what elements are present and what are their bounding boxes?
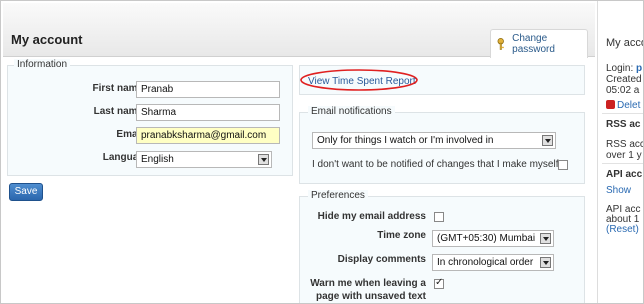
window: My account Change password Information F…: [0, 0, 644, 304]
key-icon: [497, 38, 504, 50]
sidebar-divider: [602, 113, 643, 114]
chevron-down-icon: [542, 135, 553, 146]
email-notification-select[interactable]: Only for things I watch or I'm involved …: [312, 132, 556, 149]
hide-email-checkbox[interactable]: [434, 212, 444, 222]
time-zone-label: Time zone: [377, 230, 426, 241]
page-header: My account Change password: [3, 3, 595, 58]
display-comments-label: Display comments: [337, 254, 426, 265]
language-select[interactable]: English: [136, 151, 272, 168]
display-comments-select[interactable]: In chronological order: [432, 254, 554, 271]
delete-icon: [606, 100, 615, 109]
information-fieldset: Information First name* Pranab Last name…: [7, 59, 293, 176]
chevron-down-icon: [258, 154, 269, 165]
email-field[interactable]: pranabksharma@gmail.com: [136, 127, 280, 144]
preferences-fieldset: Preferences Hide my email address Time z…: [299, 190, 585, 303]
sidebar-show-link[interactable]: Show: [606, 185, 631, 196]
sidebar-rss-line1: RSS acc: [606, 139, 644, 150]
report-box: View Time Spent Report: [299, 65, 585, 95]
save-button[interactable]: Save: [9, 183, 43, 201]
sidebar-api-heading: API acc: [606, 169, 643, 180]
time-zone-select[interactable]: (GMT+05:30) Mumbai: [432, 230, 554, 247]
preferences-legend: Preferences: [308, 190, 368, 201]
warn-unsaved-checkbox[interactable]: [434, 277, 444, 289]
change-password-link[interactable]: Change password: [512, 33, 587, 55]
last-name-field[interactable]: Sharma: [136, 104, 280, 121]
warn-unsaved-label-line2: page with unsaved text: [315, 291, 426, 302]
language-select-value: English: [141, 154, 174, 165]
hide-email-label: Hide my email address: [317, 211, 426, 222]
main-content: My account Change password Information F…: [3, 3, 595, 303]
sidebar-reset-link[interactable]: (Reset): [606, 224, 639, 235]
sidebar-title: My acco: [606, 37, 644, 49]
display-comments-value: In chronological order: [437, 257, 534, 268]
chevron-down-icon: [540, 233, 551, 244]
page-title: My account: [11, 32, 83, 47]
information-legend: Information: [14, 59, 71, 70]
sidebar-rss-heading: RSS ac: [606, 119, 641, 130]
sidebar-rss-line2: over 1 y: [606, 150, 642, 161]
view-time-spent-report-link[interactable]: View Time Spent Report: [308, 76, 416, 87]
change-password-tab[interactable]: Change password: [490, 29, 588, 58]
sidebar: My acco Login: p Created 05:02 a Delet R…: [597, 1, 644, 303]
self-changes-checkbox[interactable]: [558, 160, 568, 170]
sidebar-login: Login: p: [606, 63, 643, 74]
sidebar-created: Created: [606, 74, 642, 85]
email-notification-value: Only for things I watch or I'm involved …: [317, 135, 494, 146]
sidebar-delete-link[interactable]: Delet: [606, 100, 640, 111]
first-name-field[interactable]: Pranab: [136, 81, 280, 98]
self-changes-label: I don't want to be notified of changes t…: [312, 159, 559, 170]
warn-unsaved-label-line1: Warn me when leaving a: [310, 278, 426, 289]
email-notifications-fieldset: Email notifications Only for things I wa…: [299, 106, 585, 184]
email-notifications-legend: Email notifications: [308, 106, 395, 117]
chevron-down-icon: [540, 257, 551, 268]
sidebar-created-time: 05:02 a: [606, 85, 640, 96]
time-zone-value: (GMT+05:30) Mumbai: [437, 233, 536, 244]
sidebar-divider: [602, 163, 643, 164]
